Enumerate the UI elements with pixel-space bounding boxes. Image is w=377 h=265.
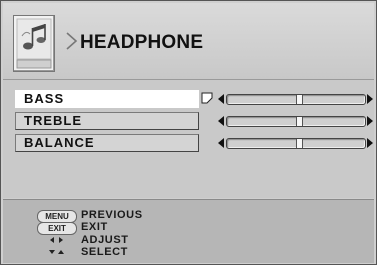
legend-select: SELECT [37, 246, 237, 260]
selection-cursor-icon [201, 92, 213, 104]
decrease-arrow-icon[interactable] [218, 138, 224, 148]
legend-exit: EXIT EXIT [37, 221, 237, 235]
treble-slider-knob[interactable] [295, 117, 303, 126]
treble-row[interactable]: TREBLE [15, 112, 373, 130]
bass-label: BASS [15, 90, 199, 108]
exit-action-label: EXIT [81, 221, 108, 233]
headphone-menu-screen: HEADPHONE BASS TREBLE BALANCE MENU PREVI… [0, 0, 377, 265]
treble-slider[interactable] [226, 116, 366, 127]
menu-action-label: PREVIOUS [81, 209, 143, 221]
increase-arrow-icon[interactable] [367, 138, 373, 148]
key-legend: MENU PREVIOUS EXIT EXIT ADJUST SELECT [3, 199, 374, 263]
increase-arrow-icon[interactable] [367, 94, 373, 104]
menu-header: HEADPHONE [3, 3, 374, 80]
exit-key-badge: EXIT [37, 222, 77, 235]
treble-label: TREBLE [15, 112, 199, 130]
bass-slider-knob[interactable] [295, 95, 303, 104]
decrease-arrow-icon[interactable] [218, 116, 224, 126]
adjust-action-label: ADJUST [81, 234, 129, 246]
balance-label: BALANCE [15, 134, 199, 152]
breadcrumb-chevron-icon [66, 32, 78, 50]
music-notes-icon [13, 15, 55, 72]
balance-slider[interactable] [226, 138, 366, 149]
decrease-arrow-icon[interactable] [218, 94, 224, 104]
select-action-label: SELECT [81, 246, 128, 258]
bass-slider[interactable] [226, 94, 366, 105]
bass-row[interactable]: BASS [15, 90, 373, 108]
balance-slider-knob[interactable] [295, 139, 303, 148]
settings-panel: BASS TREBLE BALANCE [3, 80, 374, 198]
increase-arrow-icon[interactable] [367, 116, 373, 126]
page-title: HEADPHONE [80, 32, 204, 53]
balance-row[interactable]: BALANCE [15, 134, 373, 152]
